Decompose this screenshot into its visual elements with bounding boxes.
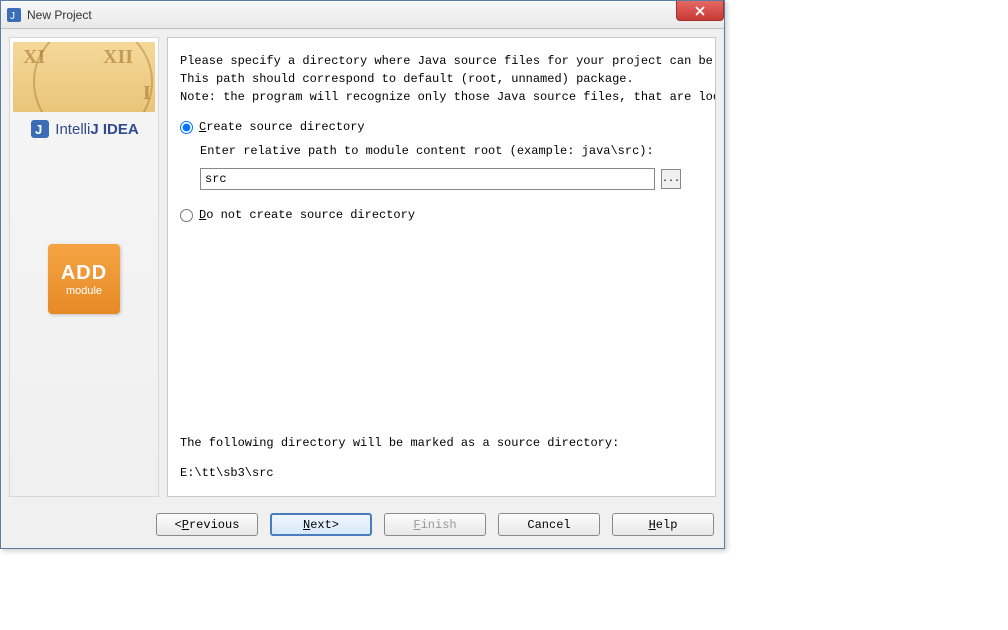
info-line2: This path should correspond to default (… <box>180 70 703 88</box>
svg-text:J: J <box>10 11 15 22</box>
create-source-radio[interactable] <box>180 121 193 134</box>
footer-label: The following directory will be marked a… <box>180 436 703 450</box>
create-source-radio-row[interactable]: Create source directory <box>180 120 703 134</box>
next-button[interactable]: Next > <box>270 513 372 536</box>
main-panel: Please specify a directory where Java so… <box>167 37 716 497</box>
add-module-badge: ADD module <box>48 244 120 314</box>
brand-text: IntelliJ IDEA <box>55 121 138 138</box>
relative-path-label: Enter relative path to module content ro… <box>200 144 703 158</box>
logo-background: XII I XI <box>13 42 155 112</box>
wizard-sidebar: XII I XI J IntelliJ IDEA ADD module <box>9 37 159 497</box>
no-source-label: Do not create source directory <box>199 208 415 222</box>
info-line1: Please specify a directory where Java so… <box>180 52 703 70</box>
brand-row: J IntelliJ IDEA <box>29 118 138 140</box>
cancel-button[interactable]: Cancel <box>498 513 600 536</box>
window-body: XII I XI J IntelliJ IDEA ADD module Plea… <box>1 29 724 505</box>
add-label: ADD <box>61 262 107 285</box>
finish-button: Finish <box>384 513 486 536</box>
info-line3: Note: the program will recognize only th… <box>180 88 703 106</box>
intellij-icon: J <box>29 118 51 140</box>
logo-area: XII I XI J IntelliJ IDEA <box>10 38 158 144</box>
help-button[interactable]: Help <box>612 513 714 536</box>
close-icon <box>695 6 705 16</box>
browse-button[interactable]: ... <box>661 169 681 189</box>
path-input-row: ... <box>200 168 703 190</box>
window-title: New Project <box>27 8 92 22</box>
info-text: Please specify a directory where Java so… <box>180 52 703 106</box>
no-source-radio[interactable] <box>180 209 193 222</box>
svg-text:J: J <box>35 122 42 137</box>
titlebar: J New Project <box>1 1 724 29</box>
wizard-buttons: < PPreviousrevious Next > Finish Cancel … <box>1 505 724 548</box>
source-path-input[interactable] <box>200 168 655 190</box>
new-project-window: J New Project XII I XI J IntelliJ IDEA <box>0 0 725 549</box>
no-source-radio-row[interactable]: Do not create source directory <box>180 208 703 222</box>
previous-button[interactable]: < PPreviousrevious <box>156 513 258 536</box>
app-icon: J <box>5 6 23 24</box>
resolved-path: E:\tt\sb3\src <box>180 466 703 480</box>
close-button[interactable] <box>676 1 724 21</box>
module-label: module <box>66 285 102 297</box>
create-source-label: Create source directory <box>199 120 365 134</box>
